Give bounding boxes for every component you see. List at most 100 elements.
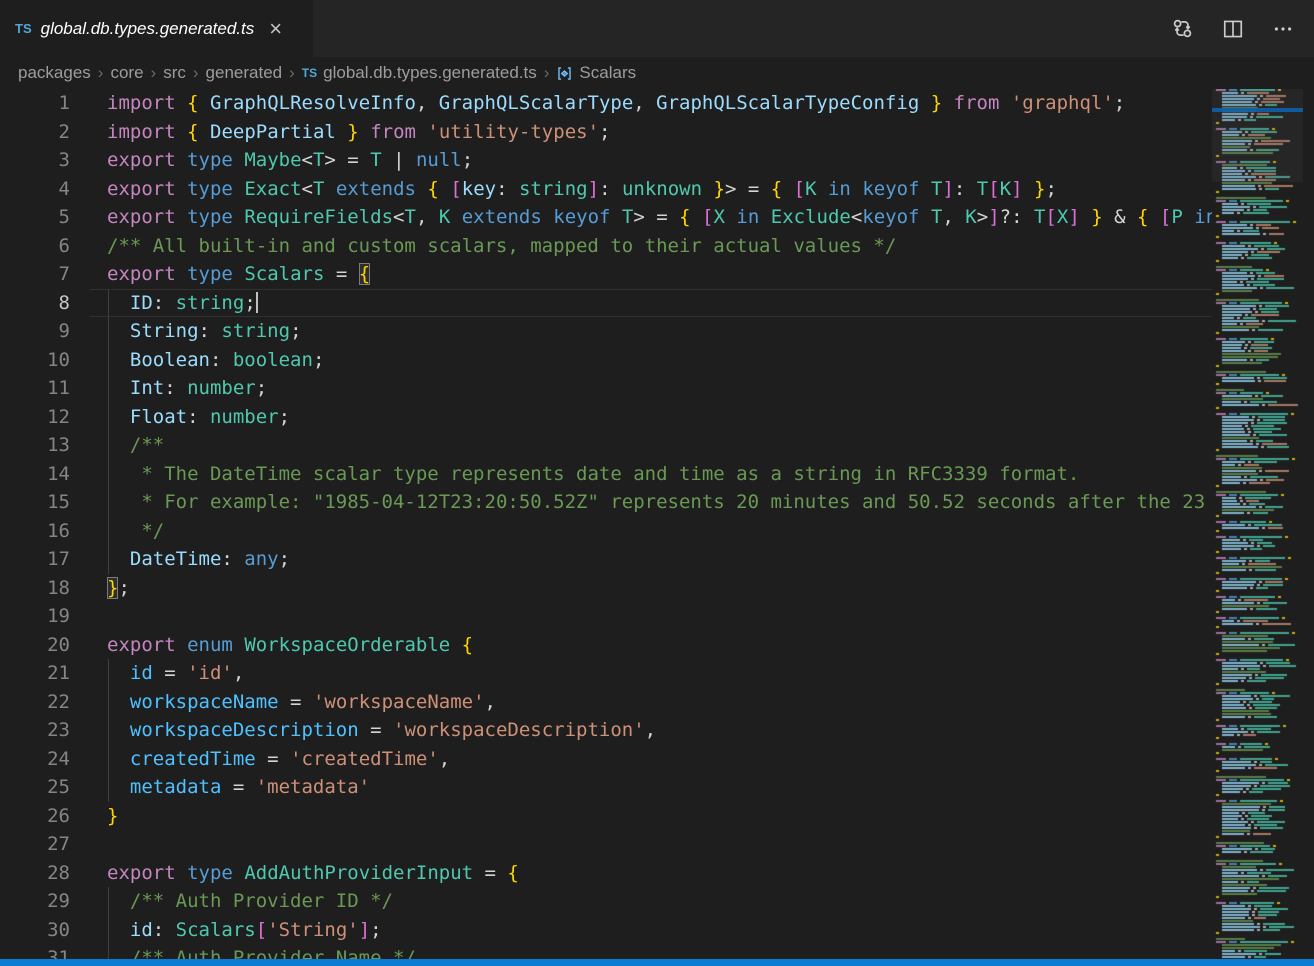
code-token: : xyxy=(153,292,176,314)
code-line-4[interactable]: 4export type Exact<T extends { [key: str… xyxy=(0,175,1212,204)
code-token xyxy=(782,178,793,200)
code-line-23[interactable]: 23 workspaceDescription = 'workspaceDesc… xyxy=(0,716,1212,745)
code-line-10[interactable]: 10 Boolean: boolean; xyxy=(0,346,1212,375)
code-token: DateTime xyxy=(130,548,222,570)
code-token: ; xyxy=(313,349,324,371)
code-line-19[interactable]: 19 xyxy=(0,602,1212,631)
code-editor[interactable]: 1import { GraphQLResolveInfo, GraphQLSca… xyxy=(0,89,1212,966)
tab-bar: TS global.db.types.generated.ts × xyxy=(0,0,1314,57)
breadcrumb-item-core[interactable]: core xyxy=(110,63,143,83)
code-token: K xyxy=(965,206,976,228)
line-number: 30 xyxy=(0,916,70,945)
code-token xyxy=(233,634,244,656)
code-token: Scalars xyxy=(244,263,324,285)
code-token: /** Auth Provider ID */ xyxy=(130,890,393,912)
code-line-11[interactable]: 11 Int: number; xyxy=(0,374,1212,403)
code-token: type xyxy=(187,206,233,228)
code-line-22[interactable]: 22 workspaceName = 'workspaceName', xyxy=(0,688,1212,717)
code-line-30[interactable]: 30 id: Scalars['String']; xyxy=(0,916,1212,945)
code-line-7[interactable]: 7export type Scalars = { xyxy=(0,260,1212,289)
code-token: < xyxy=(302,149,313,171)
code-line-9[interactable]: 9 String: string; xyxy=(0,317,1212,346)
breadcrumb-item-generated[interactable]: generated xyxy=(206,63,283,83)
code-token: ; xyxy=(244,292,255,314)
code-token: : xyxy=(153,919,176,941)
code-token: ; xyxy=(599,121,610,143)
typescript-file-icon: TS xyxy=(302,66,317,80)
code-line-27[interactable]: 27 xyxy=(0,830,1212,859)
code-token xyxy=(107,349,130,371)
close-icon[interactable]: × xyxy=(263,17,288,41)
code-token: in xyxy=(736,206,759,228)
code-token: in xyxy=(828,178,851,200)
code-line-13[interactable]: 13 /** xyxy=(0,431,1212,460)
git-compare-icon[interactable] xyxy=(1171,17,1194,40)
code-token xyxy=(107,719,130,741)
code-token: number xyxy=(187,377,256,399)
code-line-12[interactable]: 12 Float: number; xyxy=(0,403,1212,432)
code-line-24[interactable]: 24 createdTime = 'createdTime', xyxy=(0,745,1212,774)
code-token xyxy=(416,121,427,143)
code-token xyxy=(233,862,244,884)
code-line-16[interactable]: 16 */ xyxy=(0,517,1212,546)
code-line-29[interactable]: 29 /** Auth Provider ID */ xyxy=(0,887,1212,916)
code-token: { xyxy=(507,862,518,884)
code-line-6[interactable]: 6/** All built-in and custom scalars, ma… xyxy=(0,232,1212,261)
code-token: { xyxy=(187,121,198,143)
code-token: , xyxy=(416,92,439,114)
code-token: } xyxy=(931,92,942,114)
ellipsis-icon[interactable] xyxy=(1272,18,1294,40)
breadcrumb-item-scalars[interactable]: Scalars xyxy=(556,63,636,83)
code-token: 'workspaceDescription' xyxy=(393,719,645,741)
code-token xyxy=(176,206,187,228)
code-token: keyof xyxy=(862,206,919,228)
code-line-8[interactable]: 8 ID: string; xyxy=(0,289,1212,318)
code-line-26[interactable]: 26} xyxy=(0,802,1212,831)
code-token: workspaceDescription xyxy=(130,719,359,741)
breadcrumb-item-packages[interactable]: packages xyxy=(18,63,91,83)
split-editor-icon[interactable] xyxy=(1222,18,1244,40)
breadcrumb-item-src[interactable]: src xyxy=(163,63,186,83)
code-token xyxy=(107,377,130,399)
code-token: ID xyxy=(130,292,153,314)
tab-global-db-types[interactable]: TS global.db.types.generated.ts × xyxy=(0,0,313,57)
code-line-15[interactable]: 15 * For example: "1985-04-12T23:20:50.5… xyxy=(0,488,1212,517)
code-token: 'utility-types' xyxy=(427,121,599,143)
code-line-14[interactable]: 14 * The DateTime scalar type represents… xyxy=(0,460,1212,489)
minimap[interactable] xyxy=(1212,89,1314,966)
code-token: id xyxy=(130,662,153,684)
code-line-1[interactable]: 1import { GraphQLResolveInfo, GraphQLSca… xyxy=(0,89,1212,118)
code-token: /** All built-in and custom scalars, map… xyxy=(107,235,896,257)
code-token: X xyxy=(714,206,725,228)
code-token: type xyxy=(187,149,233,171)
breadcrumb-label: Scalars xyxy=(579,63,636,83)
code-line-20[interactable]: 20export enum WorkspaceOrderable { xyxy=(0,631,1212,660)
breadcrumb-item-global-db-types-generated-ts[interactable]: TSglobal.db.types.generated.ts xyxy=(302,63,537,83)
breadcrumb: packages›core›src›generated›TSglobal.db.… xyxy=(0,57,1314,89)
code-line-17[interactable]: 17 DateTime: any; xyxy=(0,545,1212,574)
code-token: } xyxy=(347,121,358,143)
code-token: < xyxy=(302,178,313,200)
code-line-25[interactable]: 25 metadata = 'metadata' xyxy=(0,773,1212,802)
code-token: from xyxy=(954,92,1000,114)
editor-actions xyxy=(1171,0,1314,57)
code-token: & xyxy=(1103,206,1137,228)
minimap-slider[interactable] xyxy=(1212,89,1303,182)
line-number: 8 xyxy=(0,289,70,318)
code-token: extends xyxy=(336,178,416,200)
code-line-18[interactable]: 18}; xyxy=(0,574,1212,603)
code-line-3[interactable]: 3export type Maybe<T> = T | null; xyxy=(0,146,1212,175)
code-line-28[interactable]: 28export type AddAuthProviderInput = { xyxy=(0,859,1212,888)
line-number: 19 xyxy=(0,602,70,631)
code-token: : xyxy=(187,406,210,428)
code-token: export xyxy=(107,149,176,171)
code-token xyxy=(107,320,130,342)
code-line-2[interactable]: 2import { DeepPartial } from 'utility-ty… xyxy=(0,118,1212,147)
code-token: X xyxy=(1057,206,1068,228)
code-line-5[interactable]: 5export type RequireFields<T, K extends … xyxy=(0,203,1212,232)
code-token: ; xyxy=(1114,92,1125,114)
code-line-21[interactable]: 21 id = 'id', xyxy=(0,659,1212,688)
code-token xyxy=(691,206,702,228)
breadcrumb-separator: › xyxy=(193,63,199,83)
code-token: export xyxy=(107,206,176,228)
